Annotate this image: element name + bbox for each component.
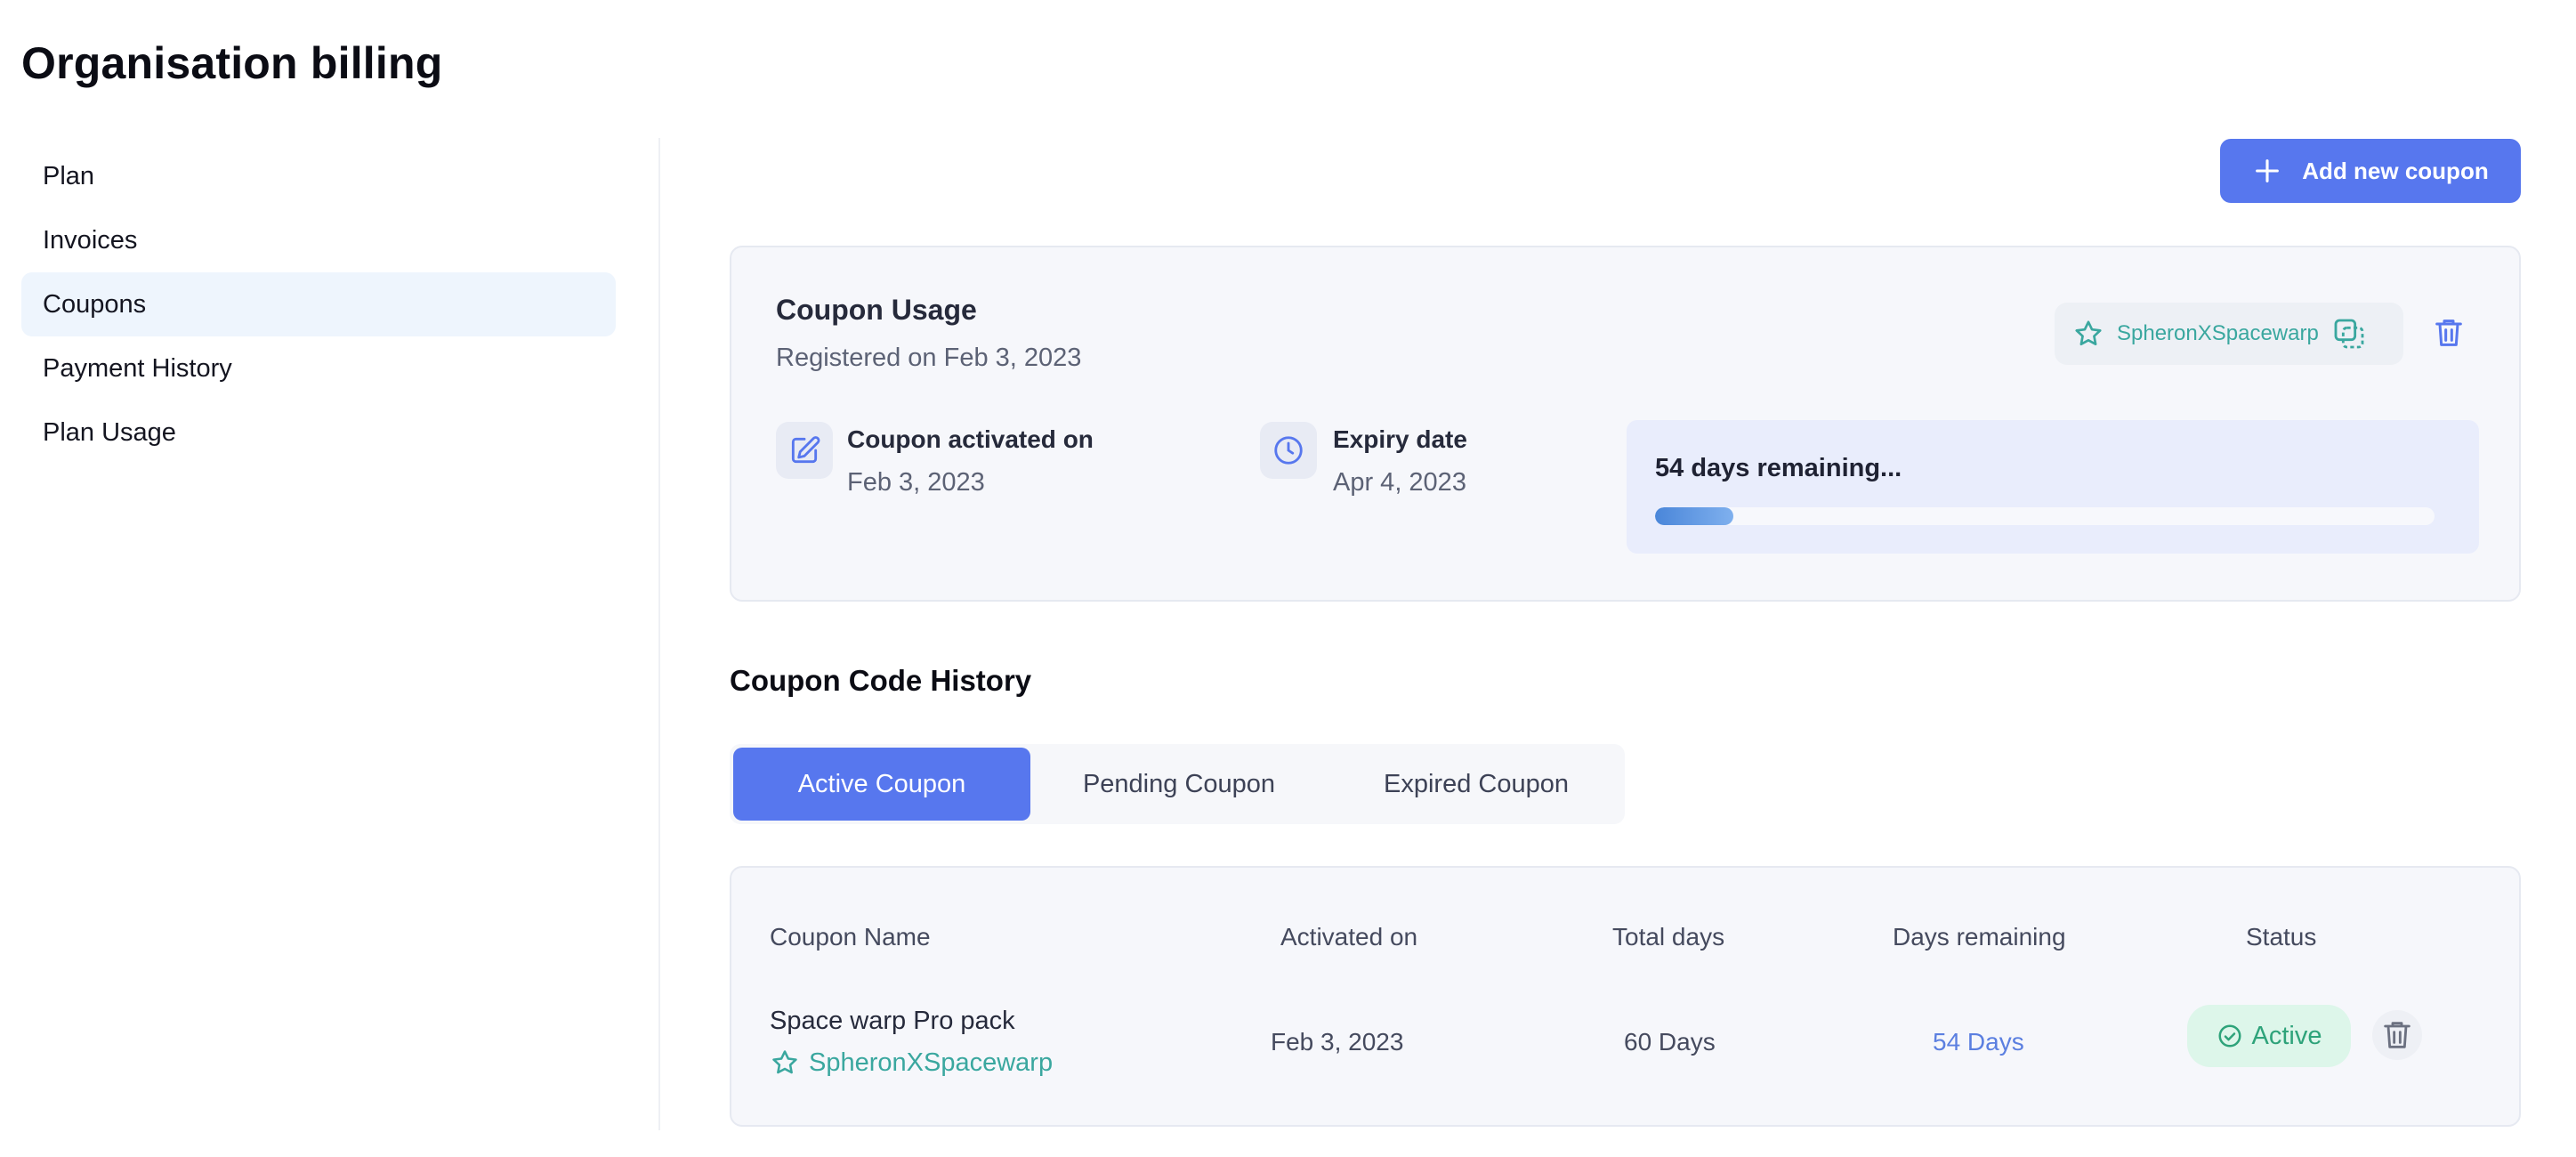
- coupon-history-table: Coupon Name Activated on Total days Days…: [730, 866, 2521, 1127]
- column-header-total-days: Total days: [1612, 923, 1725, 951]
- add-new-coupon-label: Add new coupon: [2302, 157, 2489, 184]
- sidebar-divider: [658, 138, 660, 1130]
- days-remaining-text: 54 days remaining...: [1655, 454, 1902, 482]
- sidebar-item-label: Payment History: [43, 353, 232, 383]
- add-new-coupon-button[interactable]: Add new coupon: [2220, 139, 2521, 203]
- coupon-activated-label: Coupon activated on: [847, 425, 1094, 453]
- trash-icon: [2435, 320, 2462, 346]
- expiry-date-value: Apr 4, 2023: [1333, 468, 1466, 497]
- sidebar-item-coupons[interactable]: Coupons: [21, 272, 616, 336]
- activated-on-value: Feb 3, 2023: [1271, 1028, 1404, 1056]
- days-remaining-value: 54 Days: [1933, 1028, 2024, 1056]
- column-header-coupon-name: Coupon Name: [770, 923, 931, 951]
- star-icon: [772, 1050, 797, 1074]
- sidebar-item-label: Plan Usage: [43, 417, 176, 447]
- star-icon: [2072, 318, 2104, 350]
- coupon-code: SpheronXSpacewarp: [770, 1048, 1053, 1078]
- sidebar-item-label: Invoices: [43, 225, 138, 255]
- sidebar-item-label: Coupons: [43, 289, 147, 319]
- column-header-status: Status: [2246, 923, 2317, 951]
- status-badge: Active: [2187, 1005, 2351, 1067]
- sidebar-item-label: Plan: [43, 161, 95, 190]
- status-label: Active: [2251, 1021, 2322, 1050]
- expiry-date-label: Expiry date: [1333, 425, 1467, 453]
- plus-icon: [2256, 159, 2280, 182]
- coupon-history-tabs: Active Coupon Pending Coupon Expired Cou…: [730, 744, 1625, 824]
- column-header-activated-on: Activated on: [1280, 923, 1418, 951]
- copy-icon[interactable]: [2331, 316, 2367, 352]
- delete-row-button[interactable]: [2372, 1010, 2422, 1060]
- check-circle-icon: [2218, 1024, 2241, 1048]
- coupon-activated-value: Feb 3, 2023: [847, 468, 985, 497]
- total-days-value: 60 Days: [1624, 1028, 1716, 1056]
- sidebar-item-invoices[interactable]: Invoices: [21, 208, 616, 272]
- tab-pending-coupon[interactable]: Pending Coupon: [1030, 748, 1328, 821]
- coupon-usage-card: Coupon Usage Registered on Feb 3, 2023 S…: [730, 246, 2521, 602]
- coupon-code-text: SpheronXSpacewarp: [2117, 321, 2319, 345]
- sidebar-item-payment-history[interactable]: Payment History: [21, 336, 616, 400]
- tab-expired-coupon[interactable]: Expired Coupon: [1328, 748, 1625, 821]
- coupon-registered-date: Registered on Feb 3, 2023: [776, 344, 1082, 372]
- trash-icon: [2384, 1022, 2410, 1048]
- coupon-usage-title: Coupon Usage: [776, 294, 977, 326]
- days-remaining-progress-fill: [1655, 507, 1733, 525]
- days-remaining-panel: 54 days remaining...: [1627, 420, 2479, 554]
- sidebar-item-plan-usage[interactable]: Plan Usage: [21, 400, 616, 465]
- delete-coupon-button[interactable]: [2431, 315, 2470, 354]
- clock-icon: [1260, 422, 1317, 479]
- days-remaining-progress: [1655, 507, 2435, 525]
- coupon-code-text: SpheronXSpacewarp: [809, 1048, 1054, 1077]
- sidebar-item-plan[interactable]: Plan: [21, 144, 616, 208]
- page-title: Organisation billing: [21, 38, 443, 88]
- coupon-history-title: Coupon Code History: [730, 664, 1032, 697]
- column-header-days-remaining: Days remaining: [1893, 923, 2066, 951]
- edit-icon: [776, 422, 833, 479]
- coupon-code-pill: SpheronXSpacewarp: [2055, 303, 2403, 365]
- billing-sidebar: Plan Invoices Coupons Payment History Pl…: [21, 144, 616, 465]
- tab-active-coupon[interactable]: Active Coupon: [733, 748, 1030, 821]
- coupon-name: Space warp Pro pack: [770, 1007, 1015, 1035]
